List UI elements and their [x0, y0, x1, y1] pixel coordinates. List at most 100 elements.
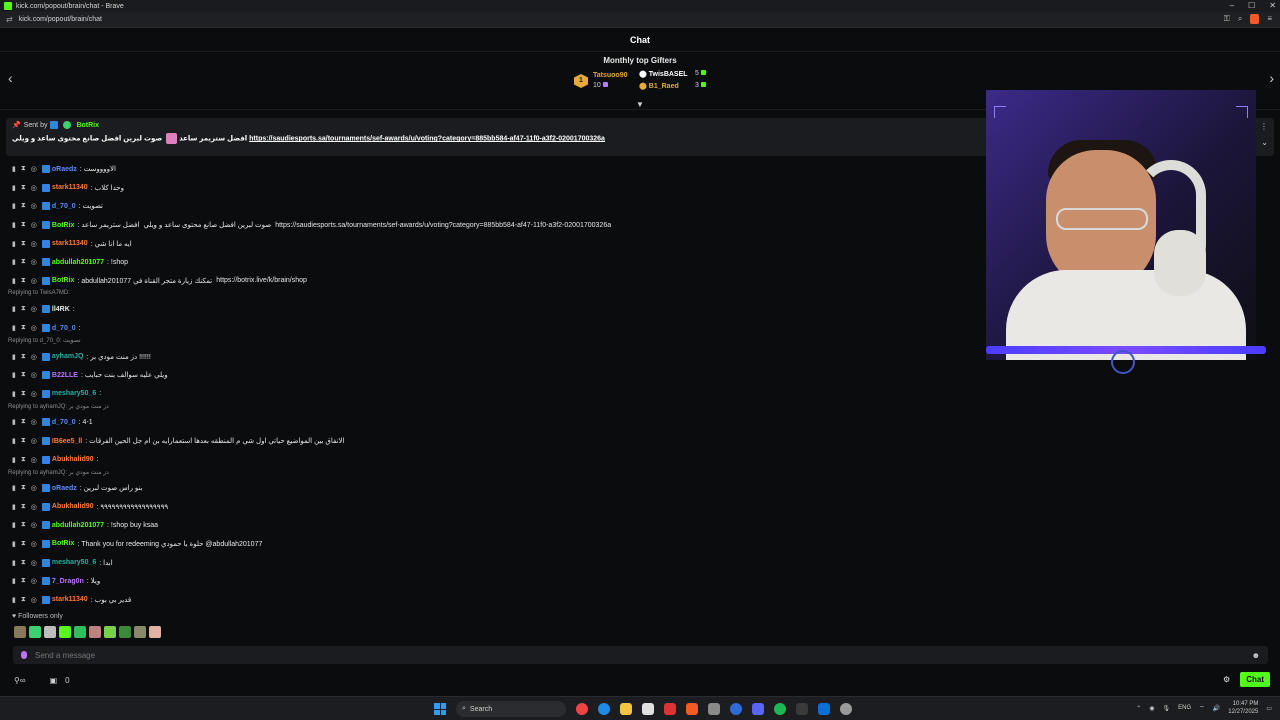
chat-message-list[interactable]: ▮ ⧗ ◎ oRaedz: الاووووست ▮ ⧗ ◎ stark11340: وحدا … [6, 160, 976, 640]
chat-message[interactable]: ▮ ⧗ ◎ d_70_0: تصويت [6, 197, 976, 216]
chat-message[interactable]: ▮ ⧗ ◎ d_70_0: [6, 319, 976, 338]
chat-username[interactable]: B22LLE [52, 372, 78, 379]
gifter-rank-1-name[interactable]: Tatsuoo90 [593, 72, 628, 79]
emote-icon[interactable] [14, 626, 26, 638]
timeout-icon[interactable]: ⧗ [21, 324, 26, 332]
trash-icon[interactable]: ▮ [12, 596, 16, 604]
brave-shield-icon[interactable] [1250, 14, 1260, 24]
trash-icon[interactable]: ▮ [12, 503, 16, 511]
chat-message[interactable]: ▮ ⧗ ◎ BotRix: abdullah201077 تمكنك زيارة مت… [6, 272, 976, 291]
chat-username[interactable]: oRaedz [52, 485, 77, 492]
shield-icon[interactable]: ◎ [31, 437, 37, 445]
shield-icon[interactable]: ◎ [31, 165, 37, 173]
chrome-icon[interactable] [576, 703, 588, 715]
timeout-icon[interactable]: ⧗ [21, 221, 26, 229]
chat-message[interactable]: ▮ ⧗ ◎ IB6ee5_ll: الانفاق بين المواضيع حياتي… [6, 432, 976, 451]
emote-icon[interactable] [134, 626, 146, 638]
chat-message[interactable]: ▮ ⧗ ◎ B22LLE: ويلي عليه سوالف بنت حبايب [6, 366, 976, 385]
taskbar-search[interactable]: ⌕ Search [456, 701, 566, 717]
brave-icon[interactable] [686, 703, 698, 715]
network-icon[interactable]: ◉ [1149, 705, 1154, 712]
trash-icon[interactable]: ▮ [12, 559, 16, 567]
emote-icon[interactable] [44, 626, 56, 638]
shield-icon[interactable]: ◎ [31, 371, 37, 379]
collapse-gifters-icon[interactable]: ▼ [636, 100, 644, 109]
chat-username[interactable]: ayhamJQ [52, 353, 84, 360]
chat-message[interactable]: ▮ ⧗ ◎ d_70_0: 4-1 [6, 413, 976, 432]
trash-icon[interactable]: ▮ [12, 305, 16, 313]
chat-message[interactable]: ▮ ⧗ ◎ oRaedz: بنو راس صوت لبرين [6, 479, 976, 498]
chat-username[interactable]: abdullah201077 [52, 259, 104, 266]
settings-gear-icon[interactable]: ⚙ [1223, 675, 1230, 684]
chat-username[interactable]: stark11340 [52, 240, 88, 247]
pinned-sender[interactable]: BotRix [76, 122, 99, 129]
chat-message[interactable]: ▮ ⧗ ◎ meshary50_6: [6, 385, 976, 404]
timeout-icon[interactable]: ⧗ [21, 596, 26, 604]
trash-icon[interactable]: ▮ [12, 240, 16, 248]
trash-icon[interactable]: ▮ [12, 184, 16, 192]
timeout-icon[interactable]: ⧗ [21, 184, 26, 192]
chat-message[interactable]: ▮ ⧗ ◎ oRaedz: الاووووست [6, 160, 976, 179]
trash-icon[interactable]: ▮ [12, 577, 16, 585]
maximize-icon[interactable]: ☐ [1248, 0, 1255, 12]
reply-context[interactable]: Replying to ayhamJQ: دز منت مودي بر [6, 469, 976, 479]
chat-username[interactable]: BotRix [52, 540, 75, 547]
emote-icon[interactable] [89, 626, 101, 638]
chat-username[interactable]: 7_Drag0n [52, 578, 84, 585]
timeout-icon[interactable]: ⧗ [21, 559, 26, 567]
chat-link[interactable]: https://saudiesports.sa/tournaments/sef-… [275, 222, 611, 229]
trash-icon[interactable]: ▮ [12, 418, 16, 426]
timeout-icon[interactable]: ⧗ [21, 371, 26, 379]
shield-icon[interactable]: ◎ [31, 390, 37, 398]
trash-icon[interactable]: ▮ [12, 540, 16, 548]
file-explorer-icon[interactable] [620, 703, 632, 715]
chat-message[interactable]: ▮ ⧗ ◎ 7_Drag0n: ويلا [6, 572, 976, 591]
zoom-icon[interactable]: ⌕ [1238, 14, 1242, 24]
store-icon[interactable] [642, 703, 654, 715]
chat-message[interactable]: ▮ ⧗ ◎ ll4RK: [6, 300, 976, 319]
discord-icon[interactable] [752, 703, 764, 715]
clock[interactable]: 10:47 PM 12/27/2025 [1228, 700, 1258, 716]
notification-icon[interactable]: ▭ [1266, 705, 1272, 712]
trash-icon[interactable]: ▮ [12, 324, 16, 332]
shield-icon[interactable]: ◎ [31, 324, 37, 332]
key-icon[interactable]: ⚿ [1224, 14, 1230, 24]
shield-icon[interactable]: ◎ [31, 577, 37, 585]
points-display[interactable]: ⚲∞ ▣ 0 [14, 676, 70, 685]
chat-message[interactable]: ▮ ⧗ ◎ meshary50_6: ابدا [6, 553, 976, 572]
site-settings-icon[interactable]: ⇄ [6, 15, 13, 24]
settings-icon[interactable] [840, 703, 852, 715]
shield-icon[interactable]: ◎ [31, 521, 37, 529]
trash-icon[interactable]: ▮ [12, 437, 16, 445]
chat-username[interactable]: BotRix [52, 222, 75, 229]
chat-username[interactable]: ll4RK [52, 306, 70, 313]
trash-icon[interactable]: ▮ [12, 277, 16, 285]
shield-icon[interactable]: ◎ [31, 418, 37, 426]
message-input-box[interactable]: ☻ [13, 646, 1268, 664]
timeout-icon[interactable]: ⧗ [21, 353, 26, 361]
chat-username[interactable]: BotRix [52, 277, 75, 284]
chat-message[interactable]: ▮ ⧗ ◎ stark11340: ايه ما انا شي [6, 234, 976, 253]
xbox-icon[interactable] [796, 703, 808, 715]
chat-message[interactable]: ▮ ⧗ ◎ abdullah201077: !shop [6, 253, 976, 272]
trash-icon[interactable]: ▮ [12, 165, 16, 173]
chevron-up-icon[interactable]: ⌃ [1136, 705, 1141, 712]
trash-icon[interactable]: ▮ [12, 484, 16, 492]
chat-message[interactable]: ▮ ⧗ ◎ ayhamJQ: دز منت مودي بر !!!!!! [6, 347, 976, 366]
chat-link[interactable]: https://botrix.live/k/brain/shop [216, 277, 307, 284]
address-bar[interactable]: ⇄ kick.com/popout/brain/chat ⚿ ⌕ ≡ [0, 12, 1280, 28]
reply-context[interactable]: Replying to d_70_0: تصويت [6, 337, 976, 347]
timeout-icon[interactable]: ⧗ [21, 456, 26, 464]
timeout-icon[interactable]: ⧗ [21, 437, 26, 445]
trash-icon[interactable]: ▮ [12, 258, 16, 266]
emote-icon[interactable] [149, 626, 161, 638]
chat-username[interactable]: meshary50_6 [52, 559, 96, 566]
shield-icon[interactable]: ◎ [31, 305, 37, 313]
chat-username[interactable]: d_70_0 [52, 203, 76, 210]
app-icon[interactable] [664, 703, 676, 715]
shield-icon[interactable]: ◎ [31, 540, 37, 548]
lang-indicator[interactable]: ENG [1178, 705, 1191, 711]
trash-icon[interactable]: ▮ [12, 456, 16, 464]
chat-username[interactable]: Abukhalid90 [52, 503, 94, 510]
microphone-icon[interactable] [21, 651, 27, 659]
